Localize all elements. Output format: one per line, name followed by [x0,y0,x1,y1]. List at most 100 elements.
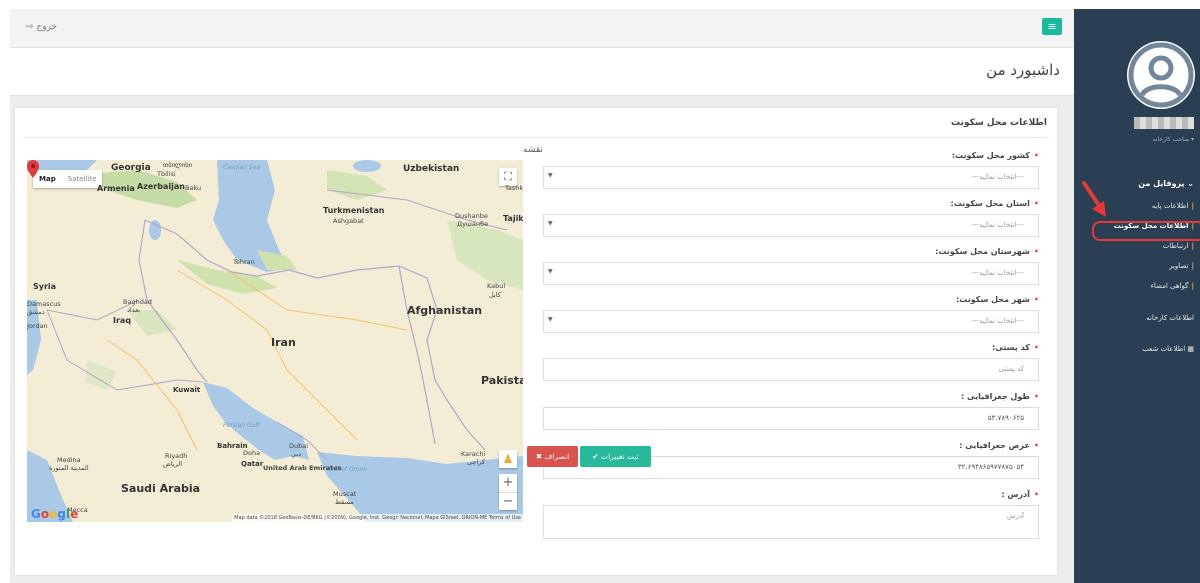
map-label-damascus: Damascus [27,300,61,308]
map-label-tbilisi-ge: თბილისი [163,161,192,169]
map-label-damascus-ar: دمشق [27,308,45,316]
map-label-tajik: Tajik [503,214,523,223]
map-label-muscat: Muscat [333,490,357,498]
hamburger-icon: ≡ [1047,20,1057,33]
zoom-in-button[interactable]: + [499,474,517,492]
country-label: •کشور محل سکونت: [951,151,1039,160]
map-label-dushanbe: Dushanbe [455,212,488,220]
avatar [1127,41,1195,109]
map-label-turkmenistan: Turkmenistan [323,206,385,215]
map-label-riyadh: Riyadh [165,452,188,460]
chevron-down-icon: ▼ [548,220,553,227]
map-label-persian-gulf: Persian Gulf [223,422,260,429]
map-label-azerbaijan: Azerbaijan [137,182,185,191]
map-label: نقشه [523,145,543,155]
map-label-dubai-ar: دبي [291,450,302,458]
map-label-karachi: Karachi [461,450,486,458]
county-label: •شهرستان محل سکونت: [935,247,1039,256]
city-select[interactable]: ---انتخاب نمائید--- ▼ [543,310,1039,333]
user-role[interactable]: صاحب کارخانه ▾ [1153,136,1194,143]
zoom-out-button[interactable]: − [499,492,517,511]
postal-code-input[interactable]: کد پستی [543,358,1039,381]
location-marker-icon[interactable] [27,160,39,178]
sidebar-item-branches[interactable]: ▦ اطلاعات شعب [1142,345,1194,353]
annotation-arrow-icon [1082,181,1106,217]
chevron-down-icon: ▼ [548,268,553,275]
longitude-label: •طول جغرافیایی : [961,392,1039,401]
map-label-dushanbe-ru: Душанбе [457,220,489,228]
map-label-iraq: Iraq [113,316,132,325]
map-type-control: Map Satellite [33,170,103,188]
app-window: ⇨ خروج ≡ داشبورد من اطلاعات محل سکونت نق… [0,0,1200,583]
fullscreen-icon: ⛶ [504,170,512,183]
map-label-karachi-ar: کراچی [467,458,485,466]
panel-divider [23,137,1049,138]
street-view-button[interactable]: ♟ [499,450,517,468]
chevron-down-icon: ▼ [548,316,553,323]
top-navbar: ⇨ خروج ≡ [10,9,1074,48]
map-label-baghdad: Baghdad [123,298,152,306]
map-label-uzbekistan: Uzbekistan [403,164,460,174]
map-label-kuwait: Kuwait [173,386,201,394]
user-name-redacted [1134,117,1194,129]
sidebar-item-factory[interactable]: اطلاعات کارخانه [1146,314,1194,322]
menu-toggle-button[interactable]: ≡ [1042,18,1062,35]
city-label: •شهر محل سکونت: [956,295,1039,304]
map-label-riyadh-ar: الرياض [163,460,183,468]
map-view[interactable]: Map Satellite ⛶ Georgia თბილისი Tbilisi … [27,160,523,522]
map-label-medina: Medina [57,456,81,464]
sidebar-item-basic-info[interactable]: |اطلاعات پایه [1152,202,1194,210]
panel-title: اطلاعات محل سکونت [951,118,1047,128]
sidebar-item-signature[interactable]: |گواهی امضاء [1151,282,1194,290]
map-label-pakistan: Pakistan [481,374,523,387]
logout-label: خروج [36,22,58,32]
google-logo: Google [31,507,79,521]
sidebar-profile-heading[interactable]: ⌄ پروفایل من [1138,179,1194,188]
map-label-kabul: Kabul [487,282,506,290]
address-textarea[interactable]: آدرس [543,505,1039,539]
map-attribution[interactable]: Map data ©2018 GeoBasis-DE/BKG (©2009), … [232,514,523,522]
map-label-baku: Baku [185,184,202,192]
grid-icon: ▦ [1187,345,1194,353]
sign-out-icon: ⇨ [26,22,34,32]
map-label-saudi-arabia: Saudi Arabia [121,482,201,495]
map-label-afghanistan: Afghanistan [407,304,483,317]
longitude-input[interactable]: ۵۳.۷۸۹۰۶۲۵ [543,407,1039,430]
save-button[interactable]: ✔ ثبت تغییرات [580,446,651,467]
map-label-tbilisi: Tbilisi [157,170,176,178]
latitude-label: •عرض جغرافیایی : [959,441,1039,450]
map-label-tehran: Tehran [233,258,255,266]
province-label: •استان محل سکونت: [950,199,1039,208]
county-select[interactable]: ---انتخاب نمائید--- ▼ [543,262,1039,285]
page-header: داشبورد من [10,48,1074,96]
country-select[interactable]: ---انتخاب نمائید--- ▼ [543,166,1039,189]
map-label-iran: Iran [271,336,296,349]
address-label: •آدرس : [1001,490,1039,499]
logout-link[interactable]: ⇨ خروج [26,22,57,32]
annotation-highlight-oval [1092,221,1200,241]
map-label-doha: Doha [243,449,261,457]
map-label-uae: United Arab Emirates [263,464,342,472]
pegman-icon: ♟ [502,452,514,466]
user-icon [1128,42,1194,108]
page-title: داشبورد من [986,61,1060,79]
map-label-baghdad-ar: بغداد [127,306,141,314]
province-select[interactable]: ---انتخاب نمائید--- ▼ [543,214,1039,237]
map-label-medina-ar: المدينة المنورة [49,464,89,472]
sidebar-item-contacts[interactable]: |ارتباطات [1163,242,1194,250]
sidebar-item-images[interactable]: |تصاویر [1169,262,1194,270]
check-icon: ✔ [592,452,599,461]
map-label-muscat-ar: مسقط [335,498,354,506]
map-label-georgia: Georgia [111,163,151,173]
zoom-control: + − [499,474,517,510]
cancel-button[interactable]: ✖ انصراف [527,446,578,467]
map-label-tashkent: Tashk [505,184,523,192]
map-label-armenia: Armenia [97,184,135,193]
map-label-ashgabat: Ashgabat [333,217,364,225]
chevron-down-icon: ⌄ [1187,179,1194,188]
map-label-jordan: Jordan [27,322,48,330]
postal-code-label: •کد پستی: [992,343,1039,352]
map-label-caspian: Caspian Sea [223,164,261,171]
residence-panel: اطلاعات محل سکونت نقشه Map Satellite ⛶ G… [14,107,1058,576]
close-icon: ✖ [535,452,543,461]
